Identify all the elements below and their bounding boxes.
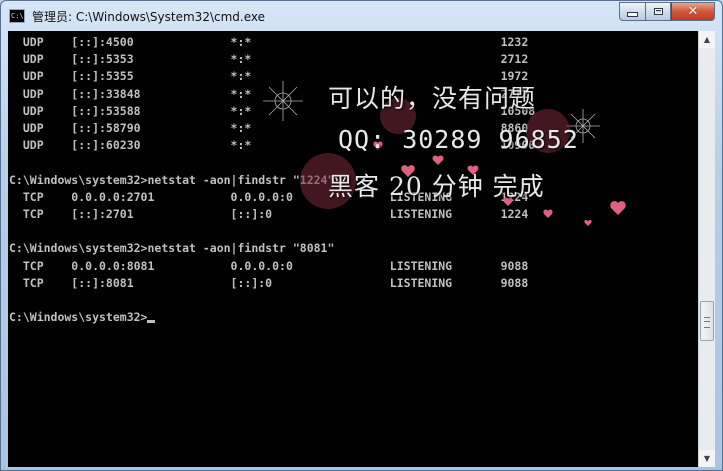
scroll-down-button[interactable]: ▼ — [699, 450, 715, 467]
scroll-up-button[interactable]: ▲ — [699, 31, 715, 48]
console-line: TCP 0.0.0.0:2701 0.0.0.0:0 LISTENING 122… — [9, 189, 529, 204]
console-line: UDP [::]:5353 *:* 2712 — [9, 52, 529, 67]
title-bar[interactable]: C:\ 管理员: C:\Windows\System32\cmd.exe ✕ — [1, 1, 722, 31]
console-line: UDP [::]:4500 *:* 1232 — [9, 35, 529, 49]
cmd-icon[interactable]: C:\ — [9, 9, 25, 23]
console-line: UDP [::]:60230 *:* 10900 — [9, 138, 536, 153]
cmd-window: C:\ 管理员: C:\Windows\System32\cmd.exe ✕ U… — [0, 0, 723, 471]
arrow-down-icon: ▼ — [703, 454, 711, 463]
maximize-button[interactable] — [645, 2, 671, 21]
grip-icon — [704, 317, 710, 328]
console-line: TCP [::]:8081 [::]:0 LISTENING 9088 — [9, 275, 529, 290]
minimize-button[interactable] — [619, 2, 645, 21]
console-line: C:\Windows\system32> — [9, 310, 148, 325]
console-line: UDP [::]:58790 *:* 8860 — [9, 121, 529, 136]
text-cursor — [147, 320, 156, 324]
window-title: 管理员: C:\Windows\System32\cmd.exe — [32, 10, 265, 24]
console-line: UDP [::]:5355 *:* 1972 — [9, 69, 529, 84]
console-line: UDP [::]:33848 *:* 2712 — [9, 86, 529, 101]
arrow-up-icon: ▲ — [703, 35, 711, 44]
maximize-icon — [653, 8, 663, 15]
console-line: TCP [::]:2701 [::]:0 LISTENING 1224 — [9, 207, 529, 222]
console-line: UDP [::]:53588 *:* 10508 — [9, 103, 536, 118]
console-line: C:\Windows\system32>netstat -aon|findstr… — [9, 172, 335, 187]
minimize-icon — [627, 12, 638, 17]
vertical-scrollbar[interactable]: ▲ ▼ — [698, 31, 715, 467]
console-text: UDP [::]:4500 *:* 1232 UDP [::]:5353 *:*… — [9, 34, 535, 326]
close-button[interactable]: ✕ — [671, 2, 715, 21]
console-line: C:\Windows\system32>netstat -aon|findstr… — [9, 241, 335, 256]
scrollbar-thumb[interactable] — [700, 301, 714, 341]
console-line: TCP 0.0.0.0:8081 0.0.0.0:0 LISTENING 908… — [9, 258, 529, 273]
console-output[interactable]: UDP [::]:4500 *:* 1232 UDP [::]:5353 *:*… — [8, 31, 698, 467]
window-controls: ✕ — [619, 2, 715, 21]
close-icon: ✕ — [687, 4, 699, 19]
